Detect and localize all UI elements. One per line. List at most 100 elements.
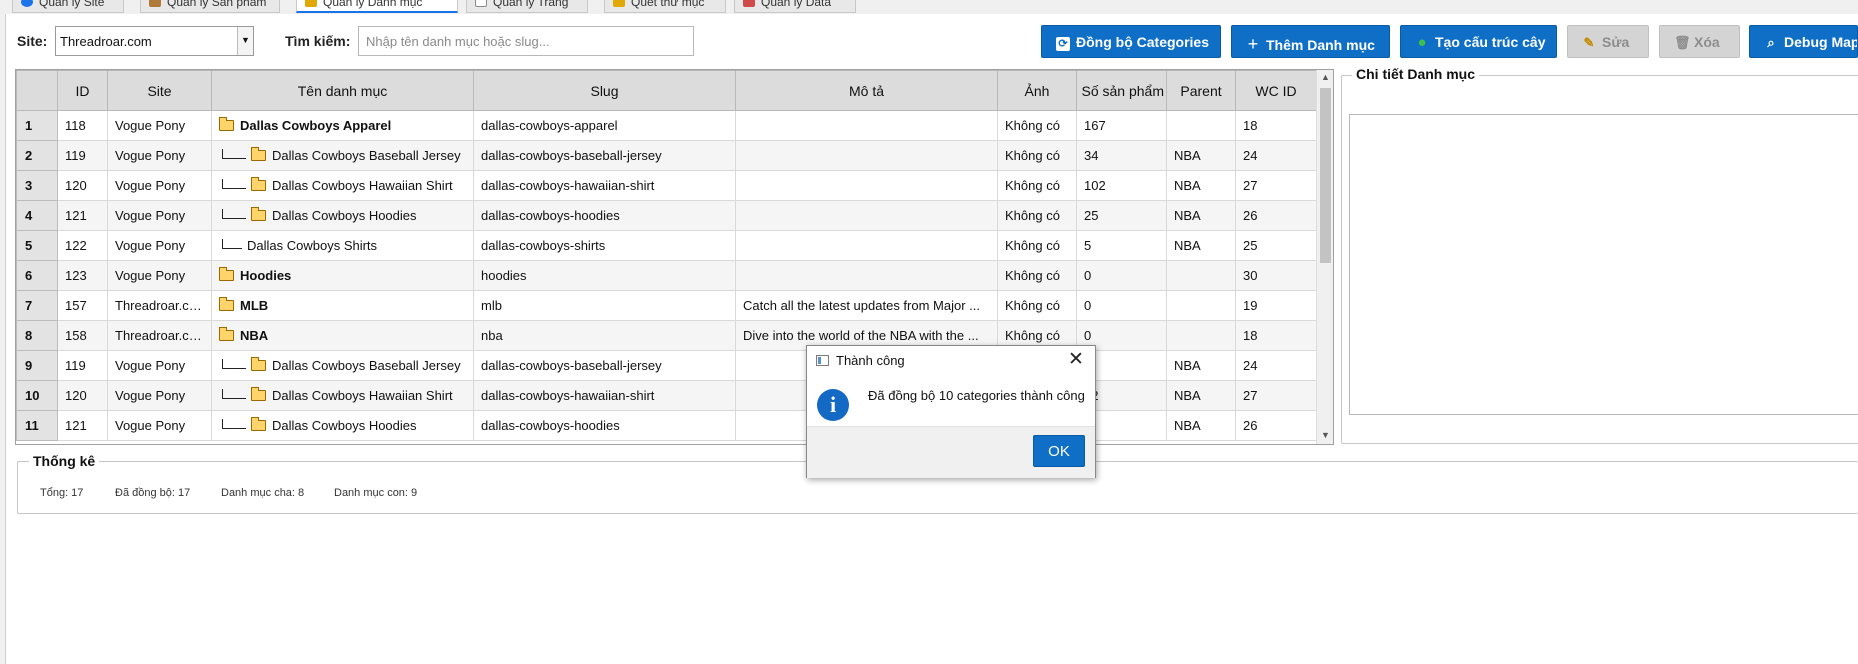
category-name: Dallas Cowboys Apparel: [240, 118, 392, 133]
category-table[interactable]: ID Site Tên danh mục Slug Mô tả Ảnh Số s…: [15, 69, 1334, 445]
column-header-id[interactable]: ID: [57, 70, 108, 111]
column-header-product-count[interactable]: Số sản phẩm: [1076, 70, 1167, 111]
search-input[interactable]: [358, 26, 694, 56]
tab-label: Quản lý Site: [39, 0, 105, 9]
sync-categories-button[interactable]: ⟳ Đồng bộ Categories: [1041, 25, 1221, 58]
add-category-button[interactable]: + Thêm Danh mục: [1231, 25, 1390, 58]
table-row[interactable]: 4 121 Vogue Pony Dallas Cowboys Hoodies …: [16, 200, 1317, 231]
table-row[interactable]: 7 157 Threadroar.com MLB mlb Catch all t…: [16, 290, 1317, 321]
tree-branch-icon: [222, 389, 246, 399]
folder-icon: [251, 147, 266, 161]
delete-button[interactable]: 🗑 Xóa: [1659, 25, 1740, 58]
table-row[interactable]: 5 122 Vogue Pony Dallas Cowboys Shirts d…: [16, 230, 1317, 261]
cell-description: [735, 230, 998, 261]
table-row[interactable]: 11 121 Vogue Pony Dallas Cowboys Hoodies…: [16, 410, 1317, 441]
cell-parent: NBA: [1166, 200, 1236, 231]
cell-wc-id: 19: [1235, 290, 1317, 321]
cell-description: Catch all the latest updates from Major …: [735, 290, 998, 321]
category-grid: ID Site Tên danh mục Slug Mô tả Ảnh Số s…: [16, 70, 1317, 441]
dialog-titlebar[interactable]: Thành công ✕: [807, 346, 1095, 376]
cell-slug: dallas-cowboys-baseball-jersey: [473, 140, 736, 171]
tree-branch-icon: [222, 359, 246, 369]
cell-name: NBA: [211, 320, 474, 351]
tab-label: Quét thư mục: [631, 0, 705, 9]
table-row[interactable]: 10 120 Vogue Pony Dallas Cowboys Hawaiia…: [16, 380, 1317, 411]
chevron-down-icon[interactable]: ▼: [237, 27, 253, 55]
column-header-image[interactable]: Ảnh: [997, 70, 1077, 111]
row-number: 10: [16, 380, 58, 411]
cell-wc-id: 26: [1235, 200, 1317, 231]
tab-scan-folder[interactable]: Quét thư mục: [604, 0, 726, 13]
cell-description: [735, 140, 998, 171]
column-header-description[interactable]: Mô tả: [735, 70, 998, 111]
folder-icon: [219, 327, 234, 341]
cell-id: 123: [57, 260, 108, 291]
table-row[interactable]: 2 119 Vogue Pony Dallas Cowboys Baseball…: [16, 140, 1317, 171]
category-name: NBA: [240, 328, 269, 343]
cell-wc-id: 18: [1235, 110, 1317, 141]
site-dropdown[interactable]: Threadroar.com ▼: [55, 26, 254, 56]
create-tree-button[interactable]: ● Tạo cấu trúc cây: [1400, 25, 1557, 58]
scroll-down-icon[interactable]: ▼: [1317, 430, 1333, 440]
window-icon: [816, 355, 829, 366]
category-name: Dallas Cowboys Hoodies: [272, 418, 417, 433]
table-row[interactable]: 8 158 Threadroar.com NBA nba Dive into t…: [16, 320, 1317, 351]
debug-mapping-button[interactable]: ⌕ Debug Mapping: [1749, 25, 1858, 58]
cell-slug: dallas-cowboys-hoodies: [473, 200, 736, 231]
cell-id: 118: [57, 110, 108, 141]
cell-slug: hoodies: [473, 260, 736, 291]
cell-description: [735, 260, 998, 291]
column-header-parent[interactable]: Parent: [1166, 70, 1236, 111]
vertical-scrollbar[interactable]: ▲ ▼: [1316, 70, 1333, 444]
column-header-wc-id[interactable]: WC ID: [1235, 70, 1317, 111]
column-header-slug[interactable]: Slug: [473, 70, 736, 111]
close-icon[interactable]: ✕: [1065, 348, 1087, 371]
cell-slug: dallas-cowboys-hawaiian-shirt: [473, 380, 736, 411]
ok-button[interactable]: OK: [1033, 435, 1085, 467]
tree-branch-icon: [222, 149, 246, 159]
cell-site: Vogue Pony: [107, 350, 212, 381]
category-name: Hoodies: [240, 268, 292, 283]
tab-data-management[interactable]: Quản lý Data: [734, 0, 856, 13]
cell-slug: dallas-cowboys-baseball-jersey: [473, 350, 736, 381]
cell-image: Không có: [997, 110, 1077, 141]
scroll-up-icon[interactable]: ▲: [1317, 72, 1333, 82]
table-row[interactable]: 3 120 Vogue Pony Dallas Cowboys Hawaiian…: [16, 170, 1317, 201]
tab-site-management[interactable]: Quản lý Site: [12, 0, 124, 13]
folder-icon: [305, 0, 317, 7]
cell-name: MLB: [211, 290, 474, 321]
scrollbar-thumb[interactable]: [1320, 88, 1331, 263]
cell-parent: [1166, 110, 1236, 141]
stat-total: Tổng: 17: [40, 487, 84, 499]
column-header-name[interactable]: Tên danh mục: [211, 70, 474, 111]
cell-id: 121: [57, 410, 108, 441]
cell-site: Vogue Pony: [107, 230, 212, 261]
cell-parent: NBA: [1166, 350, 1236, 381]
tab-category-management[interactable]: Quản lý Danh mục: [296, 0, 458, 13]
cell-id: 122: [57, 230, 108, 261]
cell-name: Hoodies: [211, 260, 474, 291]
cell-parent: [1166, 320, 1236, 351]
edit-button[interactable]: ✎ Sửa: [1567, 25, 1649, 58]
table-row[interactable]: 1 118 Vogue Pony Dallas Cowboys Apparel …: [16, 110, 1317, 141]
cell-product-count: 167: [1076, 110, 1167, 141]
column-header-site[interactable]: Site: [107, 70, 212, 111]
tab-page-management[interactable]: Quản lý Trang: [466, 0, 588, 13]
delete-label: Xóa: [1694, 34, 1720, 50]
create-tree-label: Tạo cấu trúc cây: [1435, 34, 1546, 50]
category-name: MLB: [240, 298, 269, 313]
cell-site: Threadroar.com: [107, 290, 212, 321]
table-row[interactable]: 6 123 Vogue Pony Hoodies hoodies Không c…: [16, 260, 1317, 291]
row-number: 5: [16, 230, 58, 261]
row-number: 2: [16, 140, 58, 171]
tree-last-branch-icon: [222, 239, 242, 249]
cell-wc-id: 18: [1235, 320, 1317, 351]
cell-site: Threadroar.com: [107, 320, 212, 351]
stat-child-categories: Danh mục con: 9: [334, 487, 418, 499]
table-row[interactable]: 9 119 Vogue Pony Dallas Cowboys Baseball…: [16, 350, 1317, 381]
cell-site: Vogue Pony: [107, 170, 212, 201]
category-detail-textarea[interactable]: [1349, 114, 1858, 415]
tab-product-management[interactable]: Quản lý Sản phẩm: [140, 0, 280, 13]
cell-site: Vogue Pony: [107, 140, 212, 171]
cell-image: Không có: [997, 170, 1077, 201]
